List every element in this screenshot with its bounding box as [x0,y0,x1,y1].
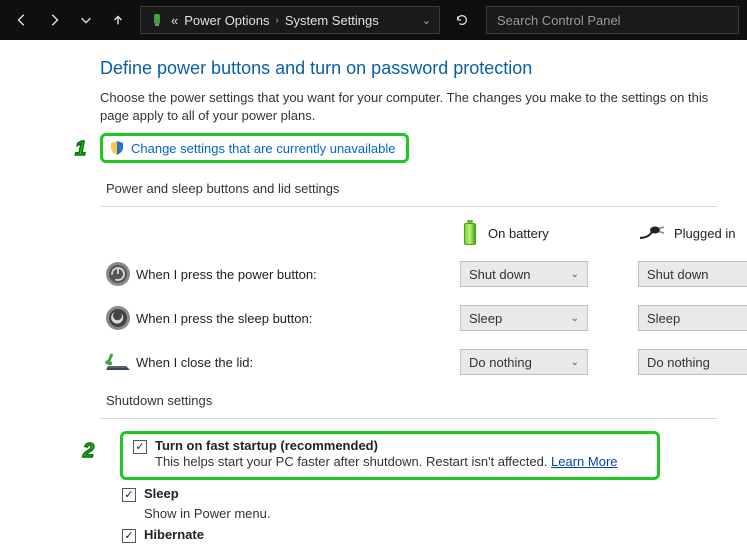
page-description: Choose the power settings that you want … [100,89,717,125]
power-button-plugged-select[interactable]: Shut down ⌄ [638,261,747,287]
breadcrumb-item[interactable]: Power Options [184,13,269,28]
fast-startup-desc: This helps start your PC faster after sh… [155,454,618,469]
checkbox-row-sleep: Sleep [122,486,717,502]
setting-label: When I close the lid: [136,355,460,370]
power-button-icon [105,261,131,287]
arrow-right-icon [47,13,61,27]
arrow-left-icon [15,13,29,27]
setting-row-close-lid: When I close the lid: Do nothing ⌄ Do no… [100,349,717,375]
chevron-down-icon [79,13,93,27]
fast-startup-desc-text: This helps start your PC faster after sh… [155,454,551,469]
page-title: Define power buttons and turn on passwor… [100,58,717,79]
power-button-battery-select[interactable]: Shut down ⌄ [460,261,588,287]
change-unavailable-link[interactable]: Change settings that are currently unava… [131,141,396,156]
power-options-icon [149,12,165,28]
learn-more-link[interactable]: Learn More [551,454,617,469]
breadcrumb-item[interactable]: System Settings [285,13,379,28]
sleep-button-icon [105,305,131,331]
setting-label: When I press the power button: [136,267,460,282]
shield-icon [109,140,125,156]
column-label-battery: On battery [488,226,549,241]
refresh-button[interactable] [448,6,476,34]
hibernate-title: Hibernate [144,527,204,542]
checkbox-row-fast-startup: Turn on fast startup (recommended) This … [133,438,647,469]
refresh-icon [455,13,469,27]
plug-icon [638,224,666,242]
history-dropdown-button[interactable] [72,6,100,34]
select-value: Sleep [469,311,502,326]
annotation-number-2: 2 [83,440,94,463]
column-header-battery: On battery [460,219,590,247]
chevron-down-icon: ⌄ [571,357,579,368]
checkbox-row-hibernate: Hibernate [122,527,717,543]
address-bar: « Power Options › System Settings ⌄ Sear… [0,0,747,40]
forward-button[interactable] [40,6,68,34]
back-button[interactable] [8,6,36,34]
sleep-title: Sleep [144,486,179,501]
arrow-up-icon [111,13,125,27]
lid-plugged-select[interactable]: Do nothing ⌄ [638,349,747,375]
fast-startup-title: Turn on fast startup (recommended) [155,438,618,453]
sleep-button-plugged-select[interactable]: Sleep ⌄ [638,305,747,331]
hibernate-checkbox[interactable] [122,529,136,543]
chevron-down-icon: ⌄ [571,269,579,280]
select-value: Do nothing [647,355,710,370]
select-value: Do nothing [469,355,532,370]
section-header-shutdown: Shutdown settings [106,393,717,408]
chevron-right-icon: › [276,15,279,26]
setting-label: When I press the sleep button: [136,311,460,326]
select-value: Shut down [647,267,708,282]
annotation-highlight-1: 1 Change settings that are currently una… [100,133,409,163]
divider [100,418,717,419]
divider [100,206,717,207]
annotation-number-1: 1 [75,138,86,161]
select-value: Shut down [469,267,530,282]
setting-row-sleep-button: When I press the sleep button: Sleep ⌄ S… [100,305,717,331]
sleep-desc: Show in Power menu. [144,506,717,521]
sleep-button-battery-select[interactable]: Sleep ⌄ [460,305,588,331]
breadcrumb[interactable]: « Power Options › System Settings ⌄ [140,6,440,34]
battery-icon [460,219,480,247]
lid-battery-select[interactable]: Do nothing ⌄ [460,349,588,375]
content-area: Define power buttons and turn on passwor… [0,40,747,543]
search-placeholder: Search Control Panel [497,13,621,28]
column-label-plugged: Plugged in [674,226,735,241]
annotation-highlight-2: 2 Turn on fast startup (recommended) Thi… [120,431,660,480]
select-value: Sleep [647,311,680,326]
search-input[interactable]: Search Control Panel [486,6,739,34]
chevron-down-icon[interactable]: ⌄ [422,14,431,27]
chevron-down-icon: ⌄ [571,313,579,324]
column-header-plugged: Plugged in [638,224,747,242]
setting-row-power-button: When I press the power button: Shut down… [100,261,717,287]
lid-icon [104,350,132,374]
breadcrumb-prefix: « [171,13,178,28]
section-header-buttons: Power and sleep buttons and lid settings [106,181,717,196]
sleep-checkbox[interactable] [122,488,136,502]
up-button[interactable] [104,6,132,34]
column-headers: On battery Plugged in [100,219,717,247]
fast-startup-checkbox[interactable] [133,440,147,454]
